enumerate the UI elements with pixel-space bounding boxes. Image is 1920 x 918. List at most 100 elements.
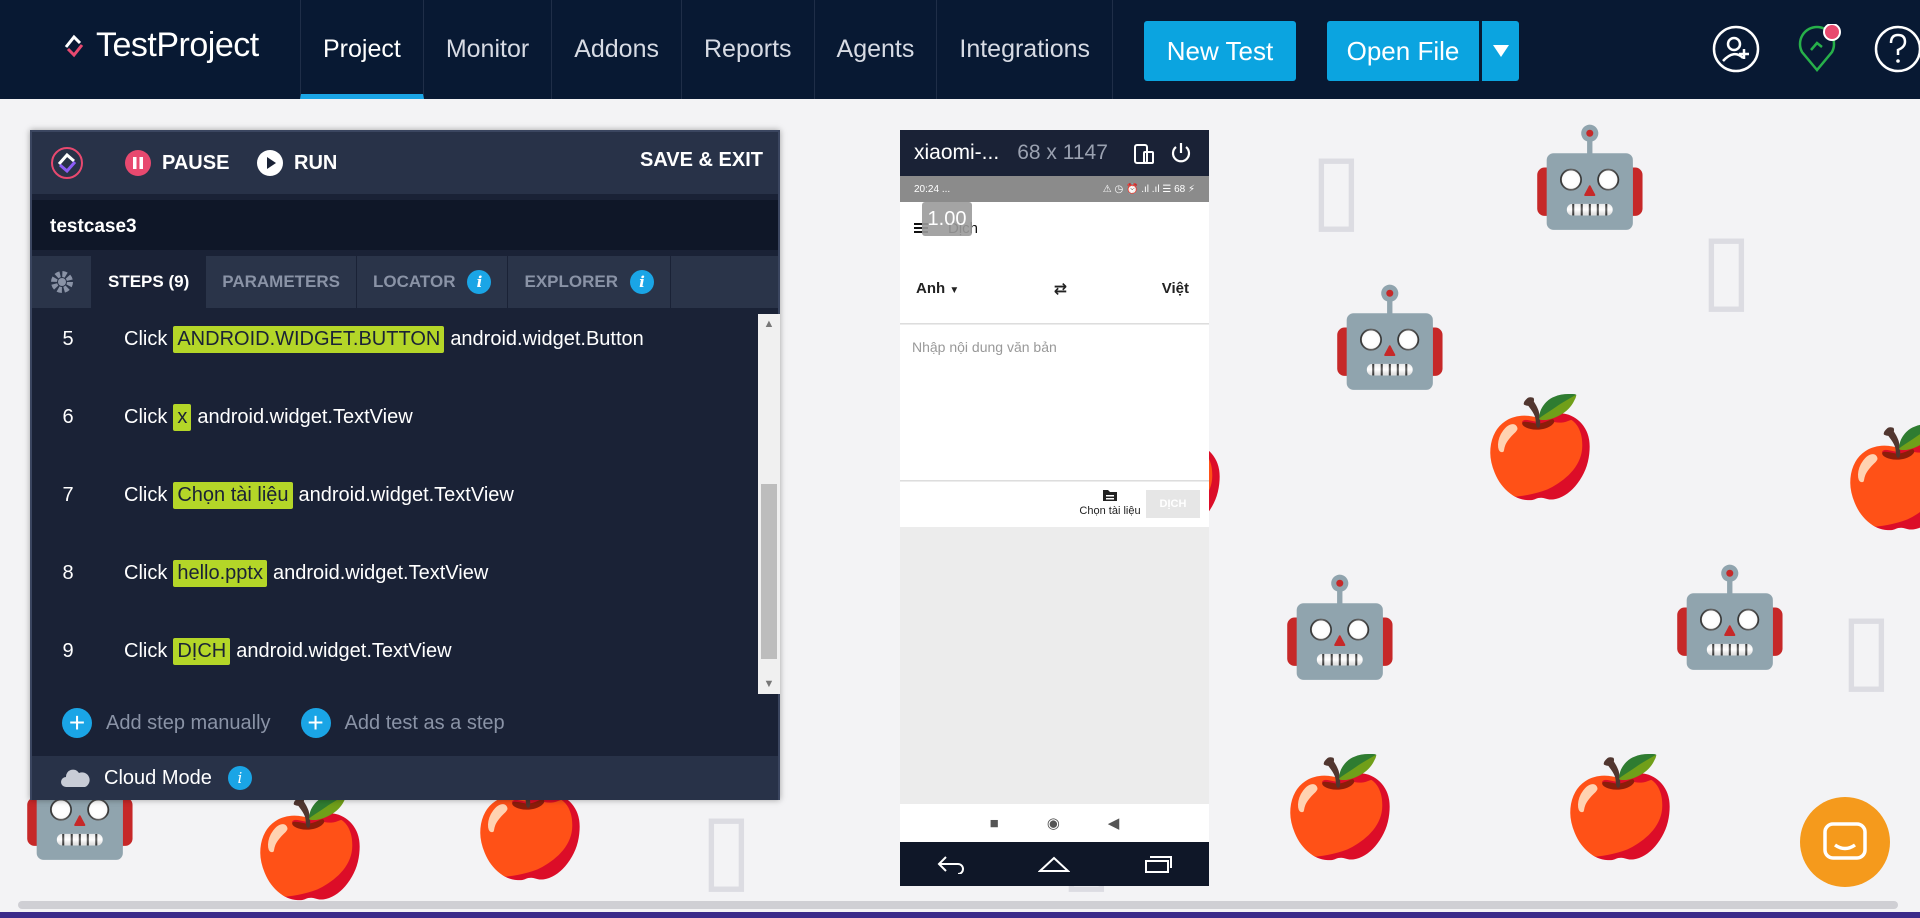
folder-icon	[1103, 490, 1117, 501]
play-icon	[257, 150, 283, 176]
language-bar: Anh ▼ ⇄ Việt	[900, 254, 1209, 324]
step-element-type: android.widget.TextView	[236, 639, 452, 662]
step-row[interactable]: 5 Click ANDROID.WIDGET.BUTTON android.wi…	[32, 319, 752, 359]
tab-explorer-label: EXPLORER	[524, 272, 619, 291]
pause-label: PAUSE	[162, 151, 230, 174]
tab-parameters[interactable]: PARAMETERS	[206, 256, 357, 308]
nav-agents[interactable]: Agents	[815, 0, 938, 99]
step-target: hello.pptx	[173, 559, 267, 587]
chat-icon	[1823, 822, 1867, 860]
steps-scrollbar[interactable]: ▲ ▼	[758, 314, 780, 694]
step-target: x	[173, 403, 192, 431]
source-language-label: Anh	[916, 280, 946, 297]
cloud-icon	[61, 769, 90, 787]
step-action: Click	[124, 561, 168, 584]
step-number: 7	[62, 483, 74, 506]
steps-list: 5 Click ANDROID.WIDGET.BUTTON android.wi…	[32, 314, 758, 694]
testproject-logo-icon	[51, 147, 83, 179]
gear-icon	[50, 271, 73, 293]
add-step-manually-button[interactable]: + Add step manually	[62, 708, 271, 738]
info-icon[interactable]: i	[630, 270, 655, 294]
pause-icon	[125, 150, 151, 176]
home-circle-icon[interactable]: ◉	[1047, 814, 1060, 832]
step-action: Click	[124, 405, 168, 428]
scroll-up-icon[interactable]: ▲	[758, 318, 780, 330]
info-icon[interactable]: i	[467, 270, 492, 294]
step-element-type: android.widget.TextView	[197, 405, 413, 428]
step-number: 6	[62, 405, 74, 428]
nav-monitor[interactable]: Monitor	[424, 0, 553, 99]
step-target: ANDROID.WIDGET.BUTTON	[173, 325, 445, 353]
pause-button[interactable]: PAUSE	[124, 149, 229, 177]
open-file-button[interactable]: Open File	[1327, 21, 1479, 81]
cloud-mode-bar: Cloud Mode i	[32, 756, 778, 800]
device-screen[interactable]: Dịch 1.00 Anh ▼ ⇄ Việt Nhập nội dung văn…	[900, 202, 1209, 804]
source-language-select[interactable]: Anh ▼	[916, 280, 959, 297]
choose-document-label: Chọn tài liệu	[1079, 505, 1141, 517]
save-exit-button[interactable]: SAVE & EXIT	[640, 149, 763, 172]
step-element-type: android.widget.TextView	[298, 483, 514, 506]
nav-addons[interactable]: Addons	[552, 0, 682, 99]
device-status-bar: 20:24 ... ⚠ ◷ ⏰ .ıl .ıl ☰ 68 ⚡	[900, 176, 1209, 202]
open-file-dropdown-button[interactable]	[1482, 21, 1519, 81]
cloud-mode-label: Cloud Mode	[104, 766, 212, 789]
nav-integrations[interactable]: Integrations	[937, 0, 1114, 99]
main-nav: Project Monitor Addons Reports Agents In…	[300, 0, 1114, 99]
scroll-down-icon[interactable]: ▼	[758, 678, 780, 690]
source-text-input[interactable]: Nhập nội dung văn bản	[900, 325, 1209, 481]
add-step-label: Add step manually	[106, 711, 271, 734]
swap-languages-icon[interactable]: ⇄	[1054, 279, 1067, 299]
device-header: xiaomi-... 68 x 1147	[900, 130, 1209, 176]
tab-locator-label: LOCATOR	[373, 272, 456, 291]
info-icon[interactable]: i	[227, 766, 252, 790]
step-row[interactable]: 6 Click x android.widget.TextView	[32, 397, 752, 437]
device-resolution: 68 x 1147	[1017, 141, 1108, 164]
translate-button[interactable]: DỊCH	[1146, 490, 1200, 518]
settings-tab[interactable]	[32, 256, 92, 308]
back-icon[interactable]	[936, 854, 966, 874]
user-icon[interactable]	[1711, 24, 1761, 74]
recorder-tabs: STEPS (9) PARAMETERS LOCATOR i EXPLORER …	[32, 256, 778, 308]
step-row[interactable]: 8 Click hello.pptx android.widget.TextVi…	[32, 553, 752, 593]
tab-explorer[interactable]: EXPLORER i	[508, 256, 672, 308]
tab-steps[interactable]: STEPS (9)	[92, 256, 207, 308]
plus-icon: +	[62, 708, 92, 738]
step-row[interactable]: 7 Click Chọn tài liệu android.widget.Tex…	[32, 475, 752, 515]
agent-status-icon[interactable]	[1792, 24, 1842, 74]
status-time: 20:24 ...	[914, 184, 950, 195]
nav-reports[interactable]: Reports	[682, 0, 815, 99]
add-test-as-step-button[interactable]: + Add test as a step	[300, 708, 505, 738]
testproject-logo[interactable]: TestProject	[60, 26, 259, 65]
recents-square-icon[interactable]: ■	[990, 815, 999, 832]
page-horizontal-scrollbar[interactable]	[18, 901, 1898, 909]
home-icon[interactable]	[1038, 854, 1071, 874]
step-target: DỊCH	[173, 637, 231, 665]
device-name: xiaomi-...	[914, 141, 1000, 164]
chat-button[interactable]	[1800, 797, 1890, 887]
status-icons: ⚠ ◷ ⏰ .ıl .ıl ☰ 68 ⚡	[1102, 183, 1195, 195]
power-icon[interactable]	[1168, 140, 1194, 166]
test-name[interactable]: testcase3	[32, 200, 778, 250]
step-number: 8	[62, 561, 74, 584]
tab-locator[interactable]: LOCATOR i	[357, 256, 509, 308]
top-navigation-bar: TestProject Project Monitor Addons Repor…	[0, 0, 1920, 99]
run-button[interactable]: RUN	[256, 149, 337, 177]
run-label: RUN	[294, 151, 338, 174]
back-triangle-icon[interactable]: ◀	[1108, 814, 1120, 832]
target-language-select[interactable]: Việt	[1162, 280, 1189, 297]
recents-icon[interactable]	[1143, 854, 1173, 874]
choose-document-button[interactable]: Chọn tài liệu	[1078, 488, 1142, 517]
scroll-thumb[interactable]	[761, 484, 777, 659]
nav-project[interactable]: Project	[300, 0, 424, 99]
step-number: 5	[62, 327, 74, 350]
caret-down-icon: ▼	[949, 285, 960, 296]
add-test-label: Add test as a step	[344, 711, 505, 734]
rotate-device-icon[interactable]	[1132, 142, 1156, 166]
help-icon[interactable]	[1873, 24, 1920, 74]
zoom-badge: 1.00	[922, 202, 972, 236]
plus-icon: +	[300, 708, 331, 738]
step-action: Click	[124, 483, 168, 506]
status-dots: ...	[941, 183, 951, 195]
new-test-button[interactable]: New Test	[1144, 21, 1296, 81]
step-row[interactable]: 9 Click DỊCH android.widget.TextView	[32, 631, 752, 671]
